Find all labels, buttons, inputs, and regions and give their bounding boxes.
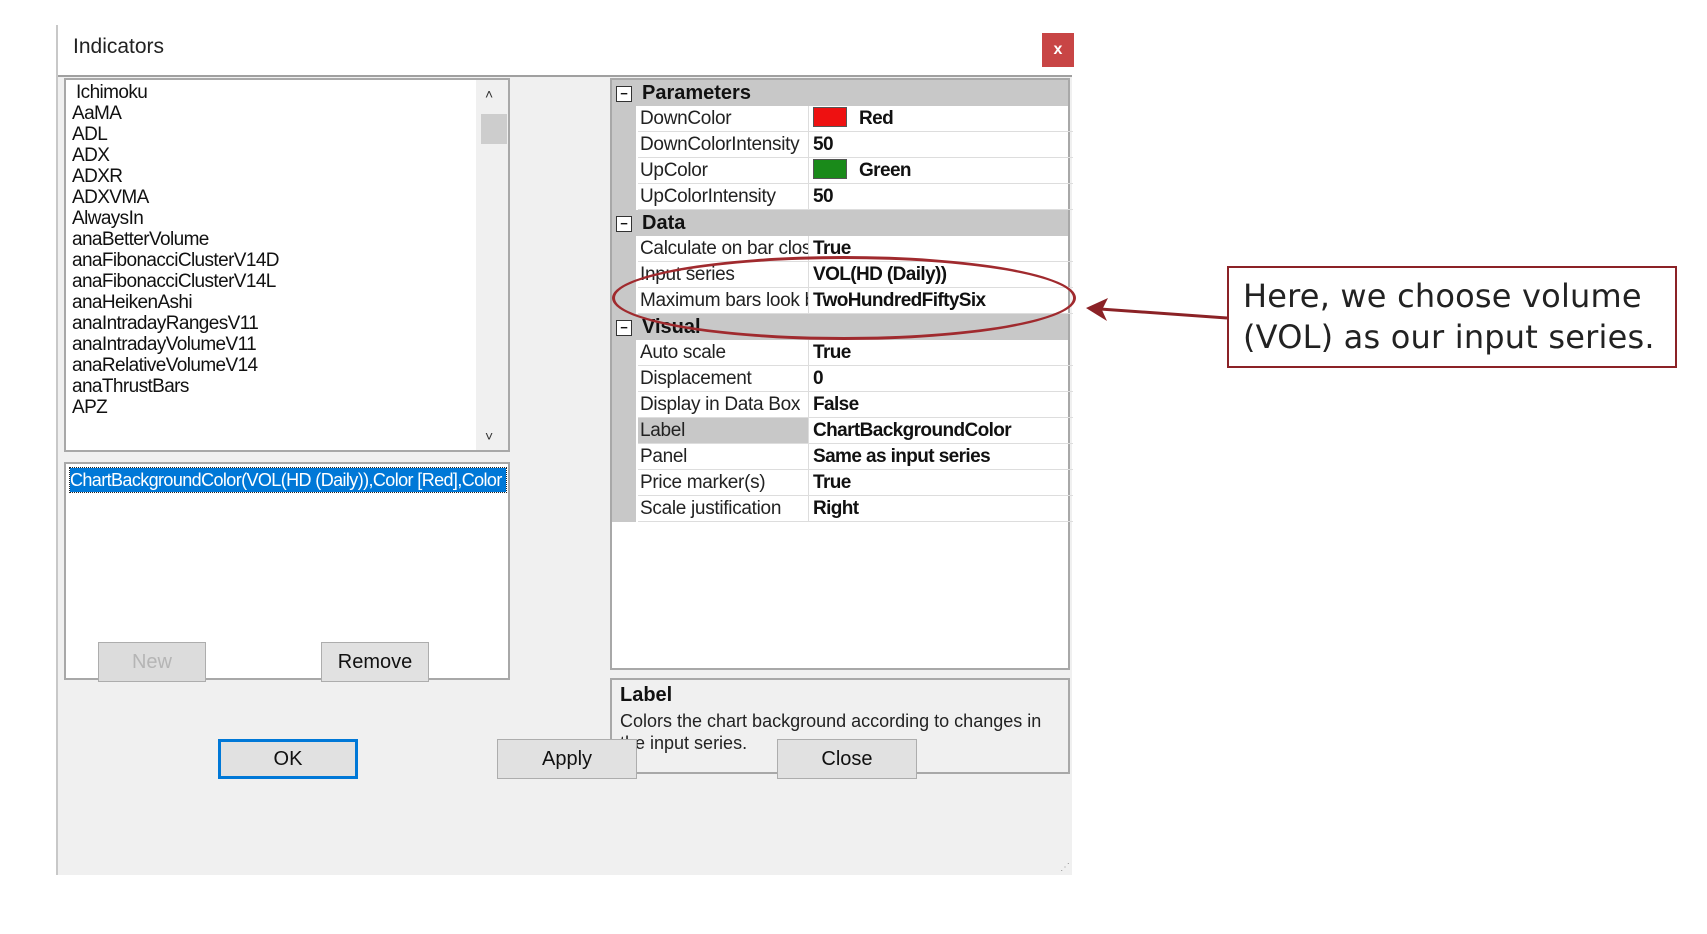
callout-arrow (1086, 298, 1228, 321)
annotation-callout: Here, we choose volume (VOL) as our inpu… (1227, 266, 1677, 368)
callout-text: Here, we choose volume (VOL) as our inpu… (1243, 277, 1655, 356)
